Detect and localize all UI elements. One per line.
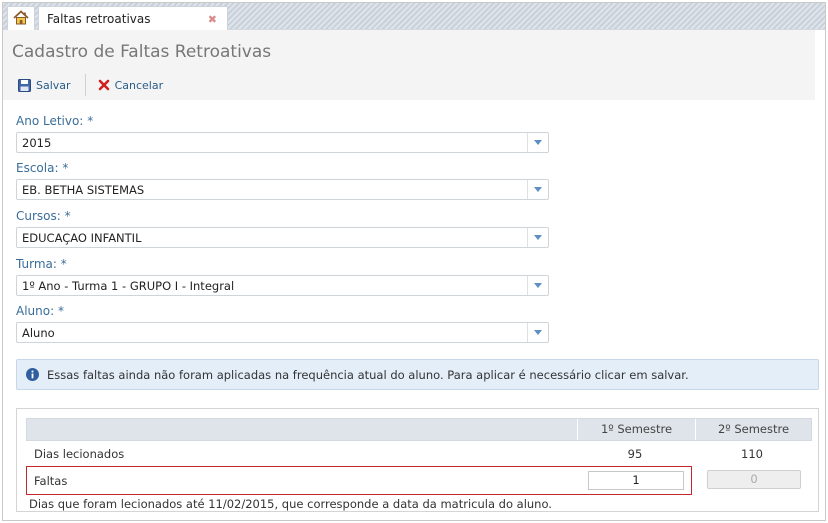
table-row-dias-lecionados: Dias lecionados 95 110 [26, 441, 812, 465]
column-header-1-semestre: 1º Semestre [577, 419, 695, 440]
chevron-down-icon[interactable] [527, 133, 548, 152]
info-icon [26, 368, 39, 384]
required-marker: * [64, 209, 71, 223]
faltas-panel: 1º Semestre 2º Semestre Dias lecionados … [16, 408, 819, 512]
cancel-button[interactable]: Cancelar [92, 74, 170, 96]
faltas-1-semestre-input[interactable]: 1 [588, 471, 684, 490]
required-marker: * [62, 161, 69, 175]
turma-value: 1º Ano - Turma 1 - GRUPO I - Integral [22, 279, 235, 293]
chevron-down-icon[interactable] [527, 180, 548, 199]
ano-letivo-value: 2015 [22, 136, 52, 150]
toolbar: Salvar Cancelar [12, 74, 169, 96]
close-icon[interactable]: ✖ [208, 13, 217, 26]
tab-home[interactable] [7, 6, 35, 30]
escola-select[interactable]: EB. BETHA SISTEMAS [16, 179, 549, 200]
cancel-label: Cancelar [114, 78, 164, 92]
home-icon [13, 9, 29, 28]
dias-lecionados-label: Dias lecionados [34, 447, 125, 461]
required-marker: * [60, 257, 67, 271]
faltas-2-semestre-input: 0 [707, 470, 801, 489]
tab-faltas-retroativas[interactable]: Faltas retroativas ✖ [38, 6, 228, 30]
table-header: 1º Semestre 2º Semestre [26, 418, 812, 441]
faltas-label: Faltas [34, 474, 68, 488]
page-header: Cadastro de Faltas Retroativas Salvar Ca… [3, 30, 815, 100]
turma-label-text: Turma: [16, 257, 57, 271]
ano-letivo-select[interactable]: 2015 [16, 132, 549, 153]
dias-2-semestre-value: 110 [741, 447, 763, 461]
matricula-note: Dias que foram lecionados até 11/02/2015… [29, 497, 552, 511]
aluno-label-text: Aluno: [16, 304, 55, 318]
aluno-select[interactable]: Aluno [16, 322, 549, 343]
table-row-faltas: Faltas 1 [26, 466, 692, 495]
chevron-down-icon[interactable] [527, 276, 548, 295]
turma-label: Turma: * [16, 257, 67, 271]
save-button[interactable]: Salvar [12, 74, 77, 96]
cancel-x-icon [98, 79, 110, 91]
cursos-value: EDUCAÇAO INFANTIL [22, 231, 142, 245]
aluno-label: Aluno: * [16, 304, 64, 318]
floppy-disk-icon [18, 78, 31, 92]
page-title: Cadastro de Faltas Retroativas [12, 42, 272, 62]
info-text: Essas faltas ainda não foram aplicadas n… [47, 368, 689, 382]
chevron-down-icon[interactable] [527, 323, 548, 342]
tab-label: Faltas retroativas [47, 12, 151, 26]
escola-label: Escola: * [16, 161, 68, 175]
escola-label-text: Escola: [16, 161, 59, 175]
info-banner: Essas faltas ainda não foram aplicadas n… [16, 359, 819, 390]
cursos-label-text: Cursos: [16, 209, 61, 223]
required-marker: * [87, 114, 94, 128]
turma-select[interactable]: 1º Ano - Turma 1 - GRUPO I - Integral [16, 275, 549, 296]
ano-letivo-label: Ano Letivo: * [16, 114, 93, 128]
chevron-down-icon[interactable] [527, 228, 548, 247]
aluno-value: Aluno [22, 326, 55, 340]
ano-letivo-label-text: Ano Letivo: [16, 114, 84, 128]
save-label: Salvar [36, 78, 71, 92]
dias-1-semestre-value: 95 [627, 447, 643, 461]
escola-value: EB. BETHA SISTEMAS [22, 183, 145, 197]
toolbar-divider [84, 74, 86, 96]
cursos-select[interactable]: EDUCAÇAO INFANTIL [16, 227, 549, 248]
required-marker: * [57, 304, 64, 318]
tab-bar: Faltas retroativas ✖ [3, 3, 825, 30]
main-frame: Faltas retroativas ✖ Cadastro de Faltas … [2, 2, 826, 521]
column-header-2-semestre: 2º Semestre [695, 419, 811, 440]
cursos-label: Cursos: * [16, 209, 71, 223]
